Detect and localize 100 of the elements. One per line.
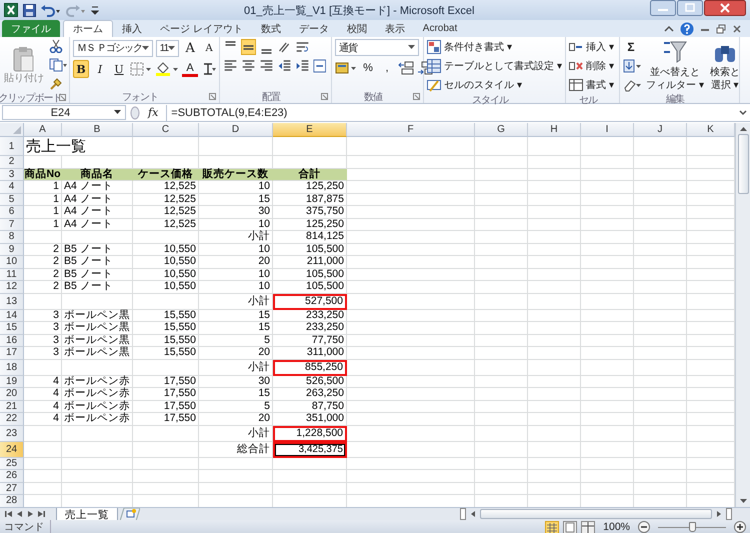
phonetic-icon[interactable] (201, 61, 217, 77)
align-middle-icon[interactable] (241, 39, 256, 55)
page-break-icon[interactable] (581, 520, 596, 533)
row-header[interactable]: 10 (0, 256, 24, 268)
ribbon-menu-button[interactable]: テーブルとして書式設定 ▾ (427, 58, 562, 74)
row-header[interactable]: 2 (0, 156, 24, 168)
row-header[interactable]: 1 (0, 137, 24, 156)
close-icon[interactable] (732, 24, 742, 34)
currency-icon[interactable] (335, 61, 357, 75)
row-header[interactable]: 8 (0, 231, 24, 244)
row-header[interactable]: 28 (0, 495, 24, 508)
ribbon-tab[interactable]: 数式 (252, 20, 290, 37)
shrink-font-button[interactable]: A (201, 39, 218, 57)
row-header[interactable]: 6 (0, 206, 24, 218)
row-header[interactable]: 13 (0, 294, 24, 310)
scissors-icon[interactable] (49, 39, 63, 53)
column-header[interactable]: C (133, 123, 199, 137)
file-tab[interactable]: ファイル (2, 20, 60, 37)
increase-decimal-icon[interactable] (398, 61, 414, 75)
row-header[interactable]: 15 (0, 322, 24, 334)
ribbon-menu-button[interactable]: 挿入 ▾ (569, 39, 614, 55)
fill-color-icon[interactable] (155, 62, 179, 76)
row-header[interactable]: 4 (0, 181, 24, 194)
vertical-scrollbar[interactable] (735, 123, 750, 507)
number-format-field[interactable]: 通貨 (335, 39, 419, 56)
caret-up-icon[interactable] (664, 24, 674, 34)
restore-icon[interactable] (716, 24, 726, 34)
font-name-field[interactable]: ＭＳ Ｐゴシック (73, 40, 153, 56)
dialog-launcher-icon[interactable] (209, 93, 216, 100)
zoom-out-icon[interactable] (638, 521, 650, 533)
underline-button[interactable]: U (111, 60, 127, 78)
row-header[interactable]: 17 (0, 347, 24, 360)
bold-button[interactable]: B (73, 60, 89, 78)
row-header[interactable]: 22 (0, 413, 24, 426)
close-icon[interactable] (704, 0, 746, 16)
row-header[interactable]: 14 (0, 310, 24, 322)
customize-caret-icon[interactable] (91, 4, 99, 16)
save-icon[interactable] (23, 4, 36, 16)
separator-handle-icon[interactable] (130, 106, 140, 120)
ribbon-tab[interactable]: ホーム (63, 20, 113, 37)
ribbon-tab[interactable]: 挿入 (113, 20, 151, 37)
ribbon-tab[interactable]: 校閲 (338, 20, 376, 37)
dialog-launcher-icon[interactable] (413, 93, 420, 100)
find-select-button[interactable]: 検索と 選択 ▾ (708, 39, 741, 92)
scroll-thumb[interactable] (738, 134, 748, 194)
sheet-tab[interactable]: 売上一覧 (56, 508, 118, 520)
zoom-in-icon[interactable] (734, 521, 746, 533)
page-layout-icon[interactable] (563, 520, 578, 533)
scroll-left-icon[interactable] (469, 509, 477, 519)
zoom-level[interactable]: 100% (599, 521, 634, 533)
autosum-button[interactable]: Σ (623, 40, 639, 54)
row-header[interactable]: 27 (0, 482, 24, 495)
dialog-launcher-icon[interactable] (321, 93, 328, 100)
column-header[interactable]: A (24, 123, 62, 137)
help-icon[interactable] (680, 22, 694, 36)
column-header[interactable]: H (528, 123, 581, 137)
row-header[interactable]: 20 (0, 388, 24, 400)
minimize-icon[interactable] (650, 0, 676, 16)
column-header[interactable]: B (62, 123, 133, 137)
next-sheet-icon[interactable] (26, 509, 35, 519)
ribbon-menu-button[interactable]: 書式 ▾ (569, 77, 614, 93)
eraser-icon[interactable] (623, 78, 641, 92)
merge-cells-icon[interactable] (313, 58, 328, 74)
row-header[interactable]: 9 (0, 244, 24, 256)
row-header[interactable]: 26 (0, 470, 24, 482)
column-header[interactable]: J (634, 123, 687, 137)
sort-filter-button[interactable]: 並べ替えと フィルター ▾ (645, 39, 705, 92)
maximize-icon[interactable] (677, 0, 703, 16)
border-icon[interactable] (130, 62, 152, 76)
row-header[interactable]: 7 (0, 218, 24, 231)
column-header[interactable]: K (687, 123, 735, 137)
last-sheet-icon[interactable] (37, 509, 46, 519)
column-header[interactable]: E (273, 123, 347, 137)
row-header[interactable]: 3 (0, 168, 24, 181)
row-header[interactable]: 12 (0, 281, 24, 294)
undo-icon[interactable] (41, 4, 61, 16)
ribbon-tab[interactable]: 表示 (376, 20, 414, 37)
ribbon-menu-button[interactable]: セルのスタイル ▾ (427, 77, 522, 93)
split-handle-icon[interactable] (726, 508, 732, 520)
fill-down-icon[interactable] (623, 58, 641, 72)
normal-view-icon[interactable] (545, 520, 560, 533)
font-size-field[interactable]: 11 (156, 40, 180, 56)
row-header[interactable]: 21 (0, 400, 24, 413)
ribbon-tab[interactable]: データ (290, 20, 338, 37)
column-header[interactable]: F (347, 123, 475, 137)
column-header[interactable]: I (581, 123, 634, 137)
row-header[interactable]: 24 (0, 442, 24, 458)
row-header[interactable]: 11 (0, 268, 24, 281)
ribbon-tab[interactable]: Acrobat (414, 20, 466, 37)
row-header[interactable]: 16 (0, 334, 24, 347)
row-header[interactable]: 25 (0, 458, 24, 470)
slider-thumb[interactable] (689, 522, 696, 532)
previous-sheet-icon[interactable] (15, 509, 24, 519)
split-handle-icon[interactable] (460, 508, 466, 520)
grow-font-button[interactable]: A (182, 39, 198, 57)
name-box[interactable]: E24 (2, 105, 126, 120)
comma-button[interactable]: , (379, 59, 395, 77)
column-header[interactable]: D (199, 123, 273, 137)
row-header[interactable]: 19 (0, 376, 24, 388)
ribbon-tab[interactable]: ページ レイアウト (151, 20, 252, 37)
